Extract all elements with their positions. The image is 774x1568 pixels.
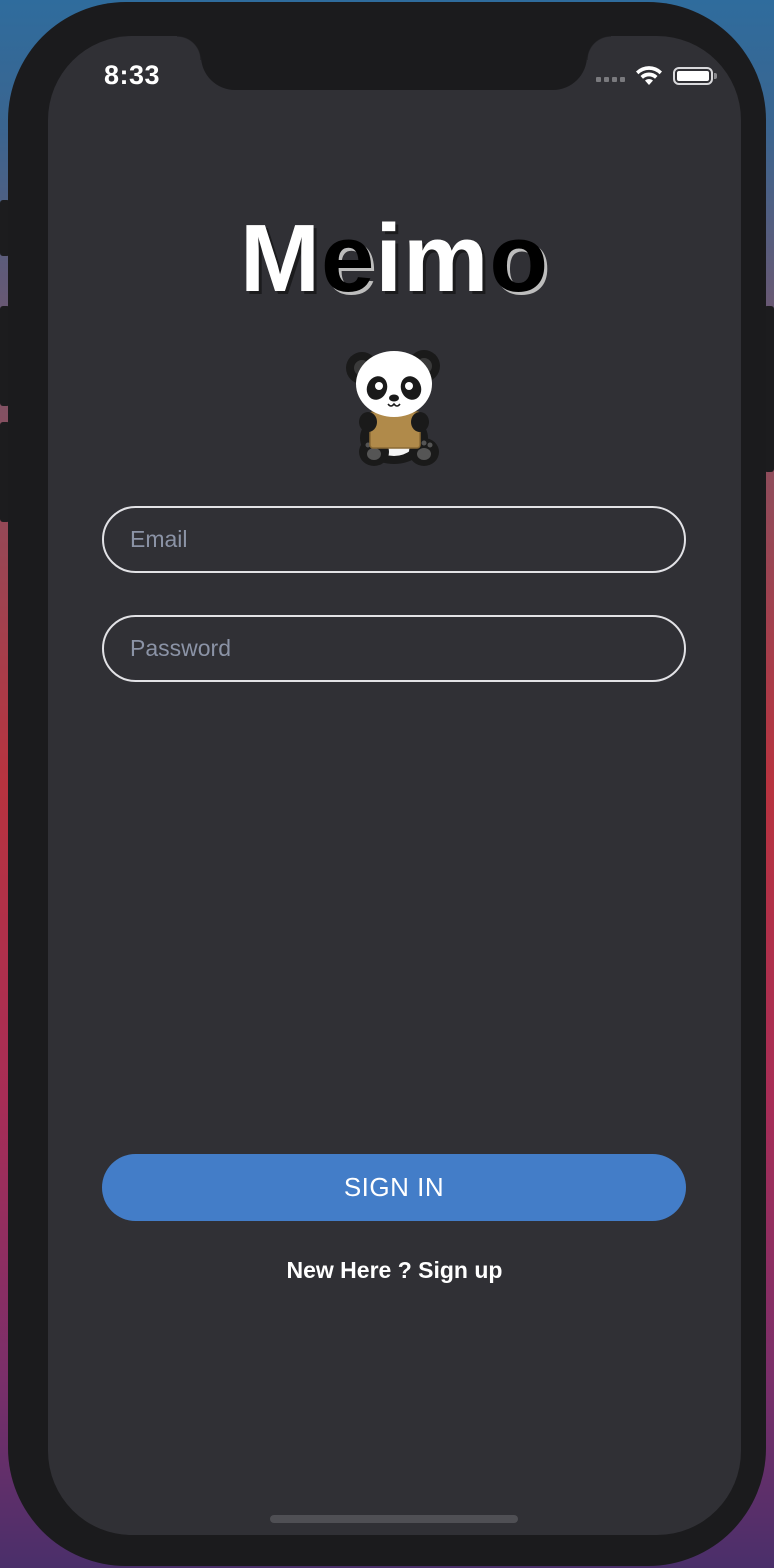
panda-icon [346,350,440,466]
password-field[interactable] [102,615,686,682]
app-title-letter: i [375,205,404,312]
signal-icon [596,70,625,82]
app-screen: 8:33 Meimo Email SIGN IN New Here ? Sign… [48,36,741,1535]
home-indicator[interactable] [270,1515,518,1523]
email-field[interactable] [102,506,686,573]
app-title-letter: o [489,205,550,312]
phone-frame: 8:33 Meimo Email SIGN IN New Here ? Sign… [8,2,766,1566]
app-title-letter: M [239,205,321,312]
status-time: 8:33 [104,60,161,90]
app-title-letter: m [403,205,490,312]
battery-icon [673,67,717,85]
app-title-letter: e [320,205,376,312]
device-notch [177,36,611,90]
app-title: Meimo [48,211,741,307]
sign-in-button[interactable]: SIGN IN [102,1154,686,1221]
status-icons [596,66,717,86]
wifi-icon [636,66,662,85]
signup-link[interactable]: New Here ? Sign up [48,1257,741,1284]
